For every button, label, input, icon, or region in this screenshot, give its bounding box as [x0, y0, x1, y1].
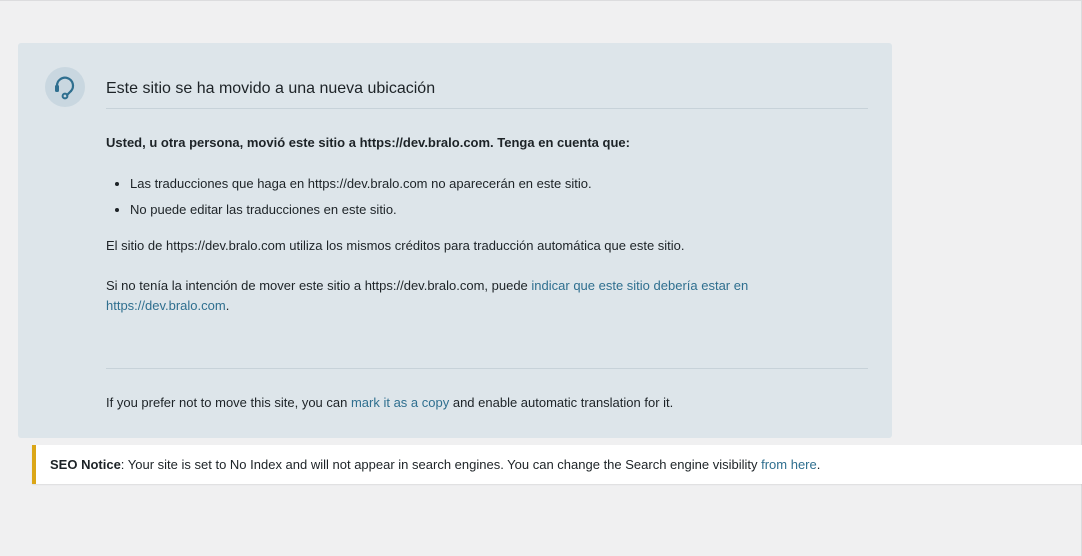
list-item: No puede editar las traducciones en este…	[130, 200, 786, 220]
seo-notice-label: SEO Notice	[50, 457, 121, 472]
panel-body: Usted, u otra persona, movió este sitio …	[106, 133, 786, 316]
search-visibility-link[interactable]: from here	[761, 457, 817, 472]
lead-text: Usted, u otra persona, movió este sitio …	[106, 135, 630, 150]
footer-divider	[106, 368, 868, 369]
move-text: Si no tenía la intención de mover este s…	[106, 278, 532, 293]
move-text-end: .	[225, 298, 230, 313]
seo-notice: SEO Notice: Your site is set to No Index…	[32, 445, 1082, 484]
site-moved-notice: Este sitio se ha movido a una nueva ubic…	[18, 43, 892, 438]
mark-as-copy-link[interactable]: mark it as a copy	[351, 395, 449, 410]
move-paragraph: Si no tenía la intención de mover este s…	[106, 276, 786, 316]
panel-title: Este sitio se ha movido a una nueva ubic…	[106, 80, 436, 97]
seo-notice-text: : Your site is set to No Index and will …	[120, 457, 762, 472]
footer-text: If you prefer not to move this site, you…	[106, 395, 351, 410]
support-headset-icon	[45, 67, 85, 107]
panel-footer: If you prefer not to move this site, you…	[106, 393, 673, 413]
notes-list: Las traducciones que haga en https://dev…	[106, 174, 786, 220]
admin-page: Este sitio se ha movido a una nueva ubic…	[0, 0, 1082, 556]
title-divider	[106, 108, 868, 109]
list-item: Las traducciones que haga en https://dev…	[130, 174, 786, 194]
footer-text-end: and enable automatic translation for it.	[449, 395, 674, 410]
seo-notice-end: .	[816, 457, 821, 472]
credits-text: El sitio de https://dev.bralo.com utiliz…	[106, 238, 685, 253]
support-headset-glyph	[55, 76, 75, 100]
